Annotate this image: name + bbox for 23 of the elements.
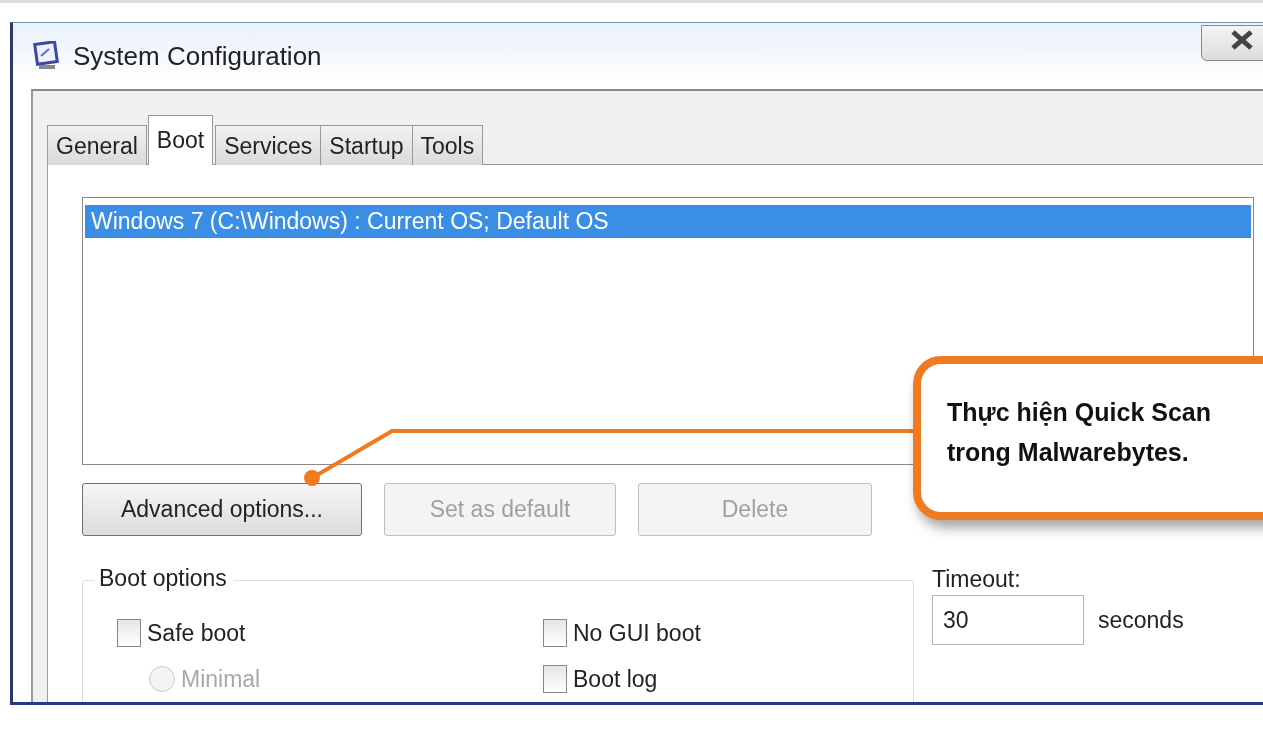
timeout-field[interactable]: 30 bbox=[932, 595, 1084, 645]
app-icon bbox=[33, 41, 61, 71]
window-title: System Configuration bbox=[73, 40, 322, 72]
close-icon bbox=[1230, 29, 1254, 51]
checkbox[interactable] bbox=[117, 619, 141, 647]
tab[interactable]: Boot bbox=[147, 115, 214, 165]
button[interactable]: Advanced options... bbox=[82, 483, 362, 536]
callout-text: trong Malwarebytes. bbox=[947, 437, 1190, 468]
option-label: Safe boot bbox=[147, 619, 246, 647]
unit-label: seconds bbox=[1098, 606, 1184, 634]
checkbox[interactable] bbox=[543, 619, 567, 647]
option-label: Boot log bbox=[573, 665, 658, 693]
tab[interactable]: Services bbox=[215, 125, 322, 165]
group-title: Boot options bbox=[95, 565, 233, 592]
option-label: Minimal bbox=[181, 665, 261, 693]
option-label: No GUI boot bbox=[573, 619, 701, 647]
tab[interactable]: Startup bbox=[320, 125, 413, 165]
checkbox[interactable] bbox=[543, 665, 567, 693]
callout-text: Thực hiện Quick Scan bbox=[947, 397, 1212, 428]
timeout-label: Timeout: bbox=[932, 566, 1021, 592]
close-button[interactable] bbox=[1201, 25, 1263, 61]
tab[interactable]: General bbox=[47, 125, 147, 165]
tab[interactable]: Tools bbox=[411, 125, 484, 165]
